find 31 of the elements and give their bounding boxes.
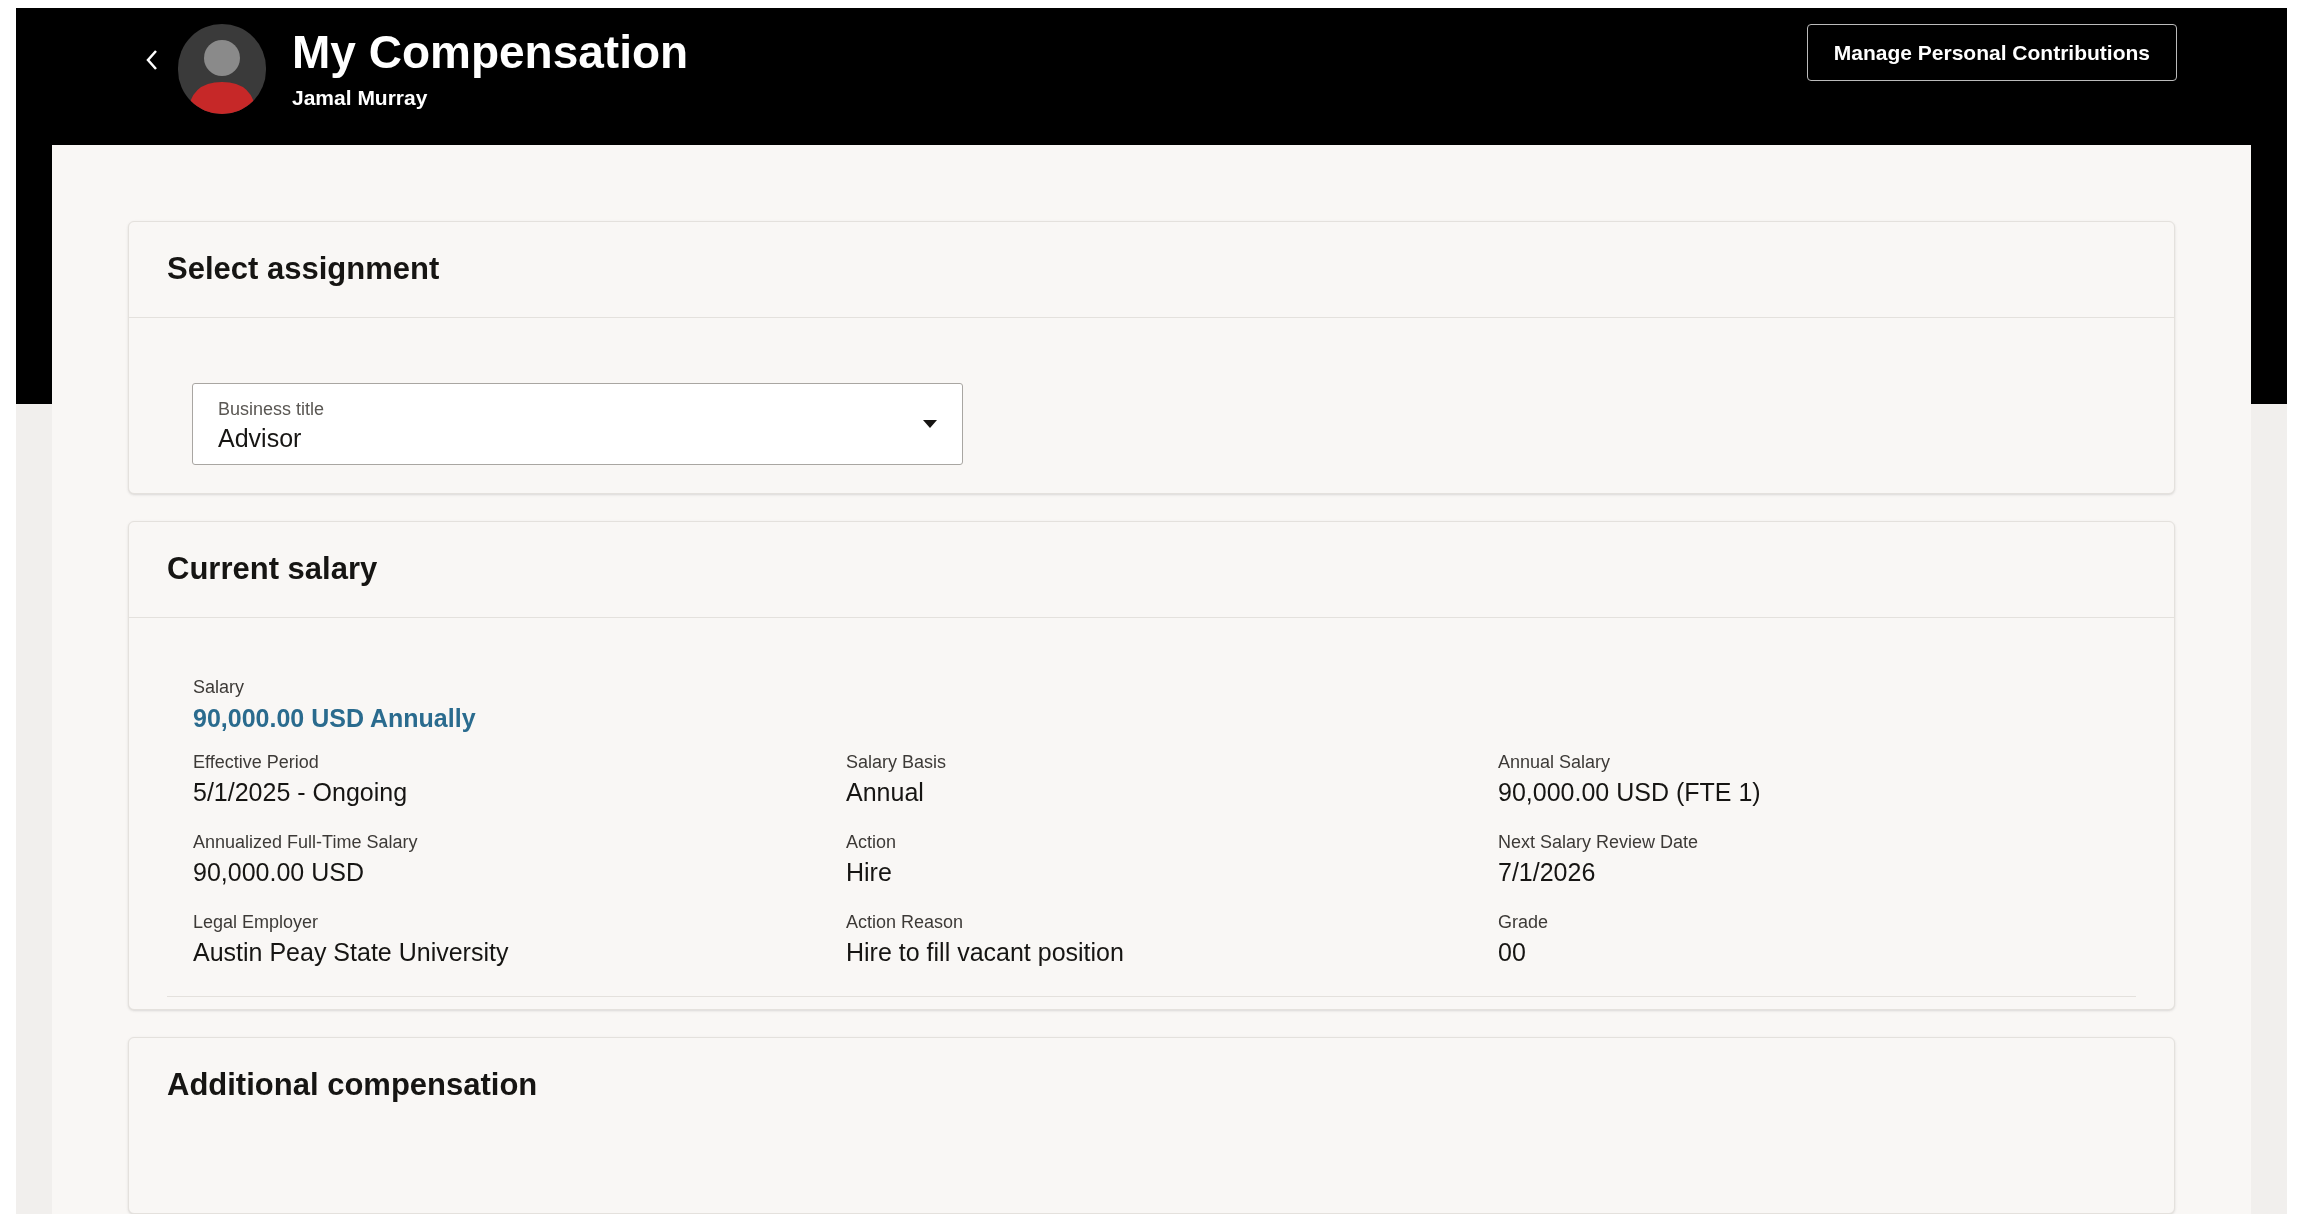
- field-label: Effective Period: [193, 750, 320, 774]
- employee-name: Jamal Murray: [292, 85, 429, 111]
- card-title: Additional compensation: [167, 1066, 538, 1105]
- field-value: Annual: [846, 776, 925, 808]
- field-label: Action Reason: [846, 910, 965, 934]
- field-value: Austin Peay State University: [193, 936, 510, 968]
- field-label: Annual Salary: [1498, 750, 1612, 774]
- field-value: 7/1/2026: [1498, 856, 1597, 888]
- field-label: Next Salary Review Date: [1498, 830, 1700, 854]
- caret-down-icon: [923, 420, 937, 428]
- chevron-left-icon: [145, 49, 159, 71]
- card-title: Current salary: [167, 550, 378, 589]
- field-label: Annualized Full-Time Salary: [193, 830, 419, 854]
- field-label: Business title: [218, 397, 326, 421]
- card-title: Select assignment: [167, 250, 440, 289]
- field-value: Advisor: [218, 422, 303, 453]
- field-value: Hire: [846, 856, 893, 888]
- field-value: 90,000.00 USD (FTE 1): [1498, 776, 1762, 808]
- field-value: 5/1/2025 - Ongoing: [193, 776, 409, 808]
- salary-value: 90,000.00 USD Annually: [193, 702, 477, 734]
- field-value: 90,000.00 USD: [193, 856, 365, 888]
- salary-label: Salary: [193, 675, 246, 699]
- field-value: Hire to fill vacant position: [846, 936, 1125, 968]
- field-value: 00: [1498, 936, 1527, 968]
- field-label: Action: [846, 830, 898, 854]
- field-label: Grade: [1498, 910, 1550, 934]
- manage-contributions-button[interactable]: Manage Personal Contributions: [1806, 24, 2177, 81]
- field-label: Salary Basis: [846, 750, 948, 774]
- page-title: My Compensation: [292, 25, 689, 80]
- field-label: Legal Employer: [193, 910, 320, 934]
- business-title-dropdown[interactable]: Business title Advisor: [192, 383, 963, 465]
